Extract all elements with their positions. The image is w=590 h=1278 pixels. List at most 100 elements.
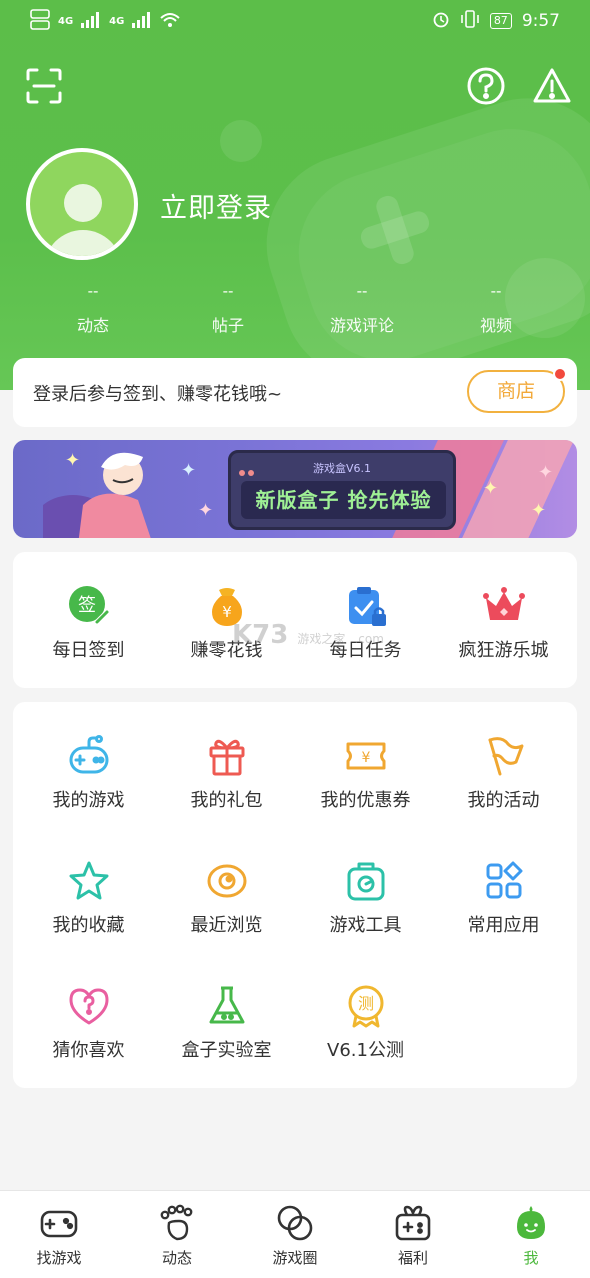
menu-label: 游戏工具 — [329, 915, 402, 936]
gift-icon — [205, 734, 249, 778]
tab-me[interactable]: 我 — [472, 1203, 590, 1268]
watermark-sub: 游戏之家 — [297, 632, 346, 646]
crown-icon — [482, 584, 526, 628]
shop-button[interactable]: 商店 — [467, 370, 565, 413]
menu-label: 我的优惠券 — [320, 790, 411, 811]
banner-character-illustration — [43, 452, 151, 538]
signal-icon-2 — [132, 12, 152, 31]
banner-screen: 游戏盒V6.1 新版盒子 抢先体验 — [228, 450, 456, 530]
banner-headline: 新版盒子 抢先体验 — [241, 481, 446, 519]
menu-my-favorites[interactable]: 我的收藏 — [18, 859, 159, 937]
apps-grid-icon — [482, 859, 526, 903]
svg-text:¥: ¥ — [222, 603, 232, 621]
avatar[interactable] — [26, 148, 138, 260]
stat-value: -- — [356, 282, 368, 300]
my-services-card: 我的游戏 我的礼包 ¥ 我的优惠券 我的活动 我的收藏 最近浏览 游戏工具 常用… — [13, 702, 577, 1088]
sparkle-icon: ✦ — [483, 478, 499, 499]
menu-game-tools[interactable]: 游戏工具 — [295, 859, 436, 937]
menu-box-lab[interactable]: 盒子实验室 — [156, 984, 297, 1062]
stat-videos[interactable]: -- 视频 — [426, 282, 566, 336]
tab-label: 我 — [523, 1249, 539, 1267]
network-label: 4G — [58, 16, 74, 27]
sparkle-icon: ✦ — [198, 500, 214, 521]
promo-banner[interactable]: ✦ ✦ ✦ ✦ ✦ ✦ 游戏盒V6.1 新版盒子 抢先体验 — [13, 440, 577, 538]
login-link[interactable]: 立即登录 — [160, 186, 272, 225]
footprint-icon — [157, 1203, 197, 1243]
svg-text:签: 签 — [78, 595, 96, 616]
help-icon[interactable] — [466, 66, 506, 106]
menu-my-activities[interactable]: 我的活动 — [433, 734, 574, 812]
network-label-2: 4G — [109, 16, 125, 27]
stat-label: 视频 — [479, 316, 512, 335]
sparkle-icon: ✦ — [65, 450, 81, 471]
stat-label: 游戏评论 — [329, 316, 394, 335]
menu-label: 猜你喜欢 — [52, 1040, 125, 1061]
login-tip: 登录后参与签到、赚零花钱哦~ — [33, 384, 283, 405]
wifi-icon — [160, 12, 181, 31]
clock: 9:57 — [521, 11, 560, 31]
battery-indicator: 87 — [489, 13, 512, 29]
menu-my-games[interactable]: 我的游戏 — [18, 734, 159, 812]
menu-label: 我的游戏 — [52, 790, 125, 811]
status-bar: 4G 4G 87 9:57 — [0, 0, 590, 40]
menu-beta-test[interactable]: 测 V6.1公测 — [295, 984, 436, 1062]
sim-icon — [30, 9, 50, 34]
stat-dynamics[interactable]: -- 动态 — [23, 282, 163, 336]
tab-find-games[interactable]: 找游戏 — [0, 1203, 118, 1268]
eye-icon — [205, 859, 249, 903]
quick-action-label: 疯狂游乐城 — [458, 640, 549, 661]
menu-label: 最近浏览 — [190, 915, 263, 936]
quick-action-crazy-park[interactable]: 疯狂游乐城 — [433, 584, 574, 662]
watermark: K73 游戏之家 .com — [232, 620, 384, 650]
sparkle-icon: ✦ — [538, 462, 554, 483]
menu-label: 我的收藏 — [52, 915, 125, 936]
menu-label: V6.1公测 — [327, 1040, 404, 1061]
tab-game-circle[interactable]: 游戏圈 — [236, 1203, 354, 1268]
menu-my-gifts[interactable]: 我的礼包 — [156, 734, 297, 812]
watermark-brand: K73 — [232, 620, 289, 650]
banner-small-text: 游戏盒V6.1 — [312, 462, 372, 475]
tab-welfare[interactable]: 福利 — [354, 1203, 472, 1268]
watermark-domain: .com — [354, 632, 384, 646]
sign-in-icon: 签 — [67, 584, 111, 628]
svg-text:¥: ¥ — [361, 750, 370, 766]
scan-icon[interactable] — [24, 66, 64, 106]
menu-common-apps[interactable]: 常用应用 — [433, 859, 574, 937]
tab-label: 游戏圈 — [272, 1249, 318, 1267]
stat-posts[interactable]: -- 帖子 — [158, 282, 298, 336]
tab-dynamics[interactable]: 动态 — [118, 1203, 236, 1268]
menu-recent-views[interactable]: 最近浏览 — [156, 859, 297, 937]
vibrate-icon — [460, 10, 480, 32]
sparkle-icon: ✦ — [181, 460, 197, 481]
menu-label: 常用应用 — [467, 915, 540, 936]
login-prompt-bar[interactable]: 登录后参与签到、赚零花钱哦~ 商店 — [13, 358, 577, 427]
toolbox-icon — [344, 859, 388, 903]
warning-icon[interactable] — [532, 66, 572, 106]
flag-icon — [482, 734, 526, 778]
gamepad-icon — [67, 734, 111, 778]
stat-value: -- — [490, 282, 502, 300]
quick-action-label: 每日签到 — [52, 640, 125, 661]
menu-recommended[interactable]: 猜你喜欢 — [18, 984, 159, 1062]
stat-value: -- — [87, 282, 99, 300]
circles-icon — [275, 1203, 315, 1243]
tab-label: 福利 — [397, 1249, 428, 1267]
sparkle-icon: ✦ — [531, 500, 547, 521]
bottom-tab-bar: 找游戏 动态 游戏圈 福利 我 — [0, 1190, 590, 1278]
tab-label: 动态 — [161, 1249, 192, 1267]
signal-icon — [81, 12, 101, 31]
menu-my-coupons[interactable]: ¥ 我的优惠券 — [295, 734, 436, 812]
stat-label: 动态 — [76, 316, 109, 335]
coupon-icon: ¥ — [344, 734, 388, 778]
notification-dot — [553, 367, 567, 381]
stat-value: -- — [222, 282, 234, 300]
heart-question-icon — [67, 984, 111, 1028]
decor-dot — [220, 120, 262, 162]
menu-label: 我的礼包 — [190, 790, 263, 811]
stat-game-reviews[interactable]: -- 游戏评论 — [292, 282, 432, 336]
svg-text:测: 测 — [357, 994, 373, 1013]
quick-action-daily-signin[interactable]: 签 每日签到 — [18, 584, 159, 662]
profile-header: 4G 4G 87 9:57 立即登录 -- 动态 -- 帖子 -- 游戏评论 -… — [0, 0, 590, 390]
gamepad-tab-icon — [39, 1203, 79, 1243]
stat-label: 帖子 — [211, 316, 244, 335]
